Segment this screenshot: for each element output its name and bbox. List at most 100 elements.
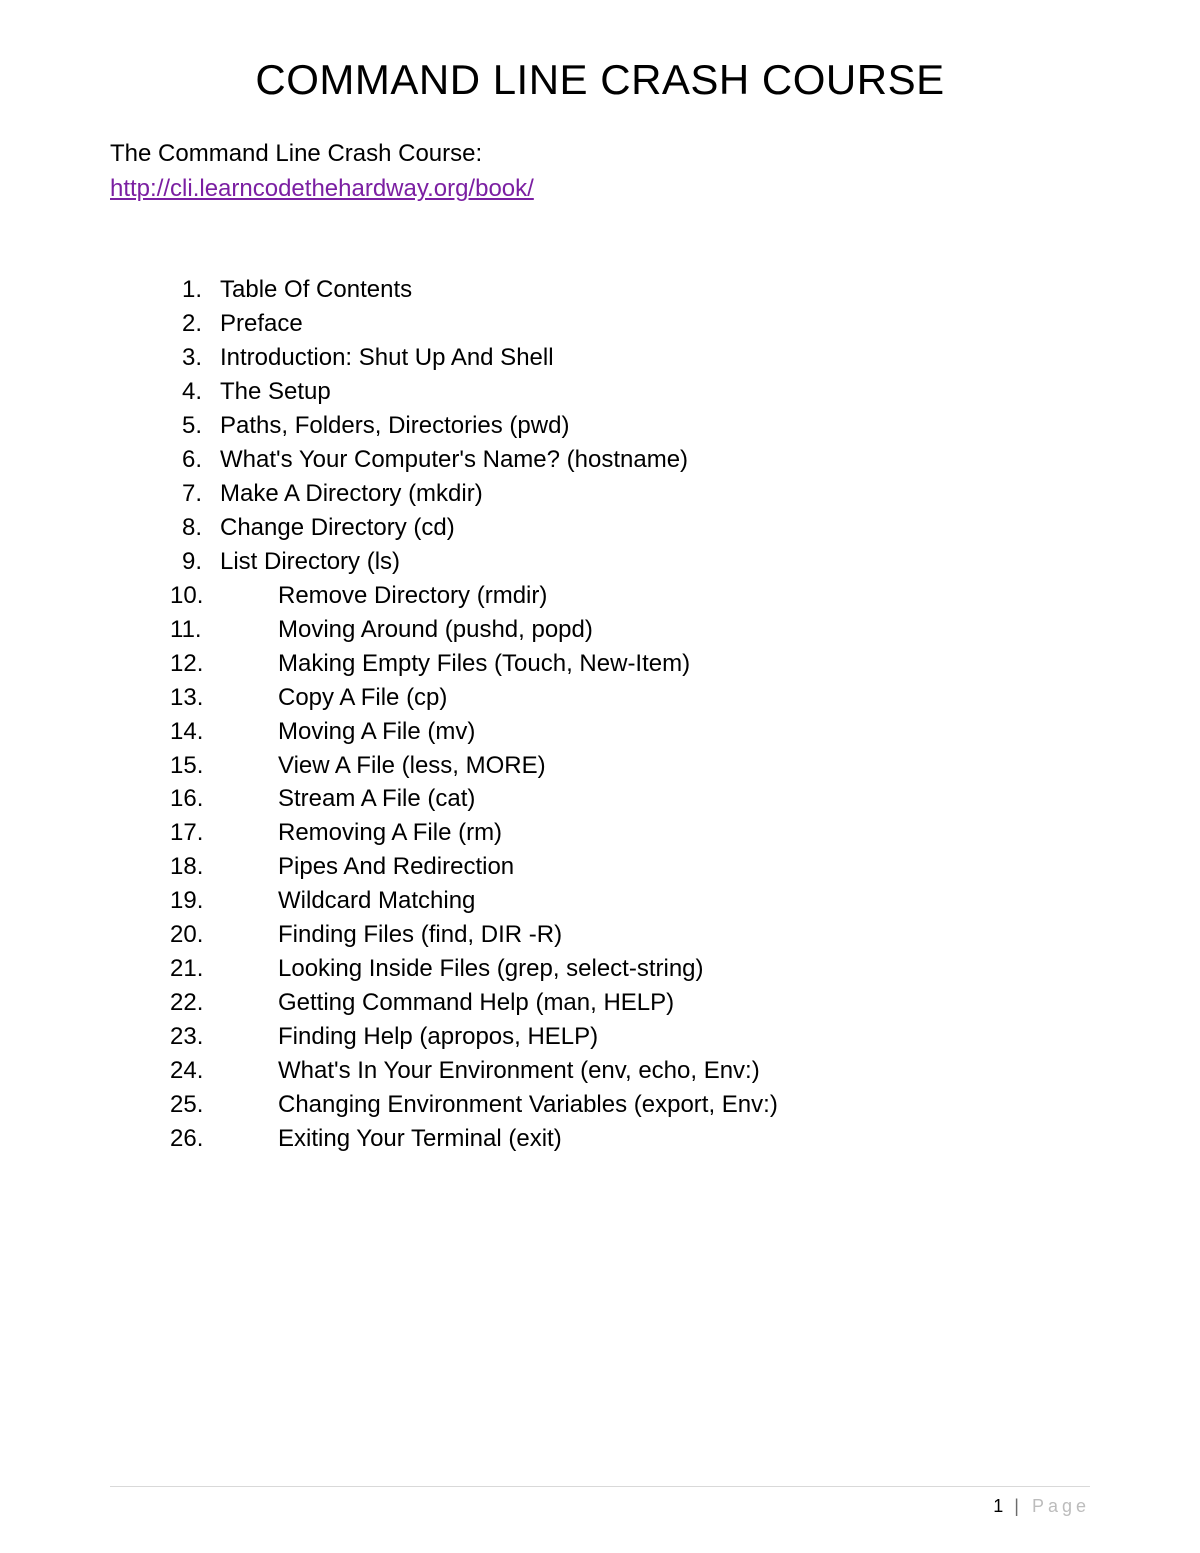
toc-item-label: Copy A File (cp) [278, 681, 447, 715]
toc-item: 6 What's Your Computer's Name? (hostname) [170, 443, 1090, 477]
toc-item-number: 1 [170, 273, 206, 307]
toc-item-label: Moving A File (mv) [278, 715, 475, 749]
toc-item-label: Stream A File (cat) [278, 782, 475, 816]
toc-item-number: 21 [170, 952, 212, 986]
toc-item-number: 8 [170, 511, 206, 545]
toc-item-gap [212, 749, 278, 783]
toc-item: 12 Making Empty Files (Touch, New-Item) [170, 647, 1090, 681]
toc-item-gap [206, 511, 220, 545]
toc-item-number: 5 [170, 409, 206, 443]
toc-item: 19Wildcard Matching [170, 884, 1090, 918]
toc-item-number: 13 [170, 681, 212, 715]
toc-item: 14 Moving A File (mv) [170, 715, 1090, 749]
toc-item-label: Pipes And Redirection [278, 850, 514, 884]
toc-item: 24 What's In Your Environment (env, echo,… [170, 1054, 1090, 1088]
toc-item: 18 Pipes And Redirection [170, 850, 1090, 884]
toc-item-gap [212, 1020, 278, 1054]
toc-item-number: 4 [170, 375, 206, 409]
toc-item: 26Exiting Your Terminal (exit) [170, 1122, 1090, 1156]
toc-item-gap [212, 986, 278, 1020]
toc-item-number: 20 [170, 918, 212, 952]
footer-separator: | [1014, 1496, 1021, 1516]
toc-item-gap [206, 545, 220, 579]
toc-item-gap [206, 443, 220, 477]
toc-item-gap [206, 341, 220, 375]
table-of-contents: 1Table Of Contents2 Preface 3 Introduction:… [110, 273, 1090, 1156]
toc-item: 7 Make A Directory (mkdir) [170, 477, 1090, 511]
toc-item-label: Paths, Folders, Directories (pwd) [220, 409, 569, 443]
toc-item: 5 Paths, Folders, Directories (pwd) [170, 409, 1090, 443]
toc-item-number: 16 [170, 782, 212, 816]
toc-item: 23 Finding Help (apropos, HELP) [170, 1020, 1090, 1054]
toc-item-gap [212, 952, 278, 986]
toc-item-gap [206, 307, 220, 341]
toc-item-gap [212, 715, 278, 749]
toc-item-label: The Setup [220, 375, 331, 409]
toc-item-label: Wildcard Matching [278, 884, 475, 918]
toc-item-number: 2 [170, 307, 206, 341]
toc-item-gap [212, 1122, 278, 1156]
toc-item-label: Change Directory (cd) [220, 511, 455, 545]
toc-item-gap [212, 884, 278, 918]
toc-item-gap [212, 1088, 278, 1122]
toc-item-label: List Directory (ls) [220, 545, 400, 579]
toc-item-label: Making Empty Files (Touch, New-Item) [278, 647, 690, 681]
page-number: 1 [993, 1496, 1003, 1516]
intro-text: The Command Line Crash Course: [110, 138, 1090, 169]
toc-item: 2 Preface [170, 307, 1090, 341]
toc-item-gap [206, 375, 220, 409]
toc-item-gap [206, 477, 220, 511]
toc-item-gap [212, 647, 278, 681]
toc-item-label: Introduction: Shut Up And Shell [220, 341, 554, 375]
toc-item: 9List Directory (ls) [170, 545, 1090, 579]
toc-item-gap [212, 918, 278, 952]
toc-item-number: 3 [170, 341, 206, 375]
toc-item-number: 18 [170, 850, 212, 884]
toc-item: 25 Changing Environment Variables (export… [170, 1088, 1090, 1122]
toc-item-number: 25 [170, 1088, 212, 1122]
toc-item-label: Looking Inside Files (grep, select-strin… [278, 952, 704, 986]
toc-item-label: View A File (less, MORE) [278, 749, 546, 783]
toc-item-number: 22 [170, 986, 212, 1020]
toc-item-number: 17 [170, 816, 212, 850]
toc-item-number: 11 [170, 613, 212, 647]
toc-item-label: Moving Around (pushd, popd) [278, 613, 593, 647]
toc-item-gap [212, 613, 278, 647]
toc-item-number: 14 [170, 715, 212, 749]
toc-item-number: 6 [170, 443, 206, 477]
page-footer: 1 | Page [993, 1496, 1090, 1517]
toc-item: 15 View A File (less, MORE) [170, 749, 1090, 783]
toc-item-number: 15 [170, 749, 212, 783]
toc-item-label: Finding Help (apropos, HELP) [278, 1020, 598, 1054]
toc-item-number: 7 [170, 477, 206, 511]
toc-item: 8 Change Directory (cd) [170, 511, 1090, 545]
toc-item-label: Getting Command Help (man, HELP) [278, 986, 674, 1020]
toc-item: 16 Stream A File (cat) [170, 782, 1090, 816]
toc-item: 17Removing A File (rm) [170, 816, 1090, 850]
toc-item-label: Make A Directory (mkdir) [220, 477, 483, 511]
toc-item: 20 Finding Files (find, DIR -R) [170, 918, 1090, 952]
toc-item-label: What's Your Computer's Name? (hostname) [220, 443, 688, 477]
toc-item-number: 24 [170, 1054, 212, 1088]
toc-item-label: Exiting Your Terminal (exit) [278, 1122, 562, 1156]
toc-item-gap [212, 850, 278, 884]
toc-item: 4 The Setup [170, 375, 1090, 409]
toc-item-gap [212, 1054, 278, 1088]
toc-item-label: Remove Directory (rmdir) [278, 579, 547, 613]
toc-item: 1Table Of Contents [170, 273, 1090, 307]
toc-item-label: Preface [220, 307, 303, 341]
toc-item-number: 23 [170, 1020, 212, 1054]
toc-item: 21 Looking Inside Files (grep, select-str… [170, 952, 1090, 986]
toc-item-number: 12 [170, 647, 212, 681]
toc-item-gap [212, 816, 278, 850]
toc-item-label: Changing Environment Variables (export, … [278, 1088, 778, 1122]
footer-page-label: Page [1032, 1496, 1090, 1516]
source-link[interactable]: http://cli.learncodethehardway.org/book/ [110, 175, 534, 203]
toc-item-number: 10 [170, 579, 212, 613]
toc-item-label: What's In Your Environment (env, echo, E… [278, 1054, 760, 1088]
footer-rule [110, 1486, 1090, 1487]
toc-item: 13 Copy A File (cp) [170, 681, 1090, 715]
toc-item-label: Finding Files (find, DIR -R) [278, 918, 562, 952]
toc-item: 11 Moving Around (pushd, popd) [170, 613, 1090, 647]
toc-item-gap [212, 681, 278, 715]
